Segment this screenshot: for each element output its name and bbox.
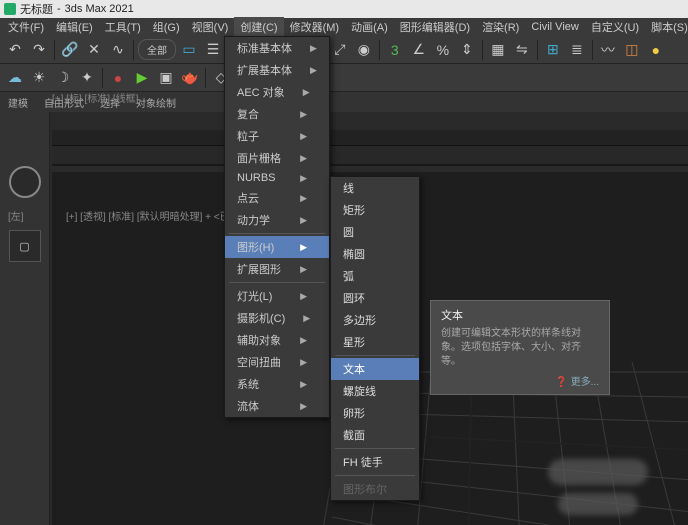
link-icon[interactable]: 🔗 [59,39,81,61]
left-panel: ▢ [0,112,50,525]
time-ruler[interactable] [52,130,688,146]
submenu-item-线[interactable]: 线 [331,177,419,199]
menu-edit[interactable]: 编辑(E) [50,17,99,37]
menu-item-面片栅格[interactable]: 面片栅格▶ [225,147,329,169]
record-icon[interactable]: ● [107,67,129,89]
menu-animation[interactable]: 动画(A) [345,17,394,37]
submenu-item-弧[interactable]: 弧 [331,265,419,287]
menu-views[interactable]: 视图(V) [186,17,235,37]
weather-icon[interactable]: ☀ [28,67,50,89]
secondary-toolbar: ☁ ☀ ☽ ✦ ● ▶ ▣ 🫖 ◇ ▲ ◉ ▤ ▲ [0,64,688,92]
menu-render[interactable]: 渲染(R) [476,17,525,37]
menu-script[interactable]: 脚本(S) [645,17,688,37]
menu-item-NURBS[interactable]: NURBS▶ [225,169,329,187]
title-bar: 无标题 - 3ds Max 2021 [0,0,688,18]
bind-icon[interactable]: ∿ [107,39,129,61]
undo-icon[interactable]: ↶ [4,39,26,61]
material-icon[interactable]: ● [645,39,667,61]
placement-icon[interactable]: ◉ [353,39,375,61]
spinner-snap-icon[interactable]: ⇕ [456,39,478,61]
play-icon[interactable]: ▶ [131,67,153,89]
menu-custom[interactable]: 自定义(U) [585,17,645,37]
layers-icon[interactable]: ≣ [566,39,588,61]
menu-item-辅助对象[interactable]: 辅助对象▶ [225,329,329,351]
menu-group[interactable]: 组(G) [147,17,186,37]
shapes-submenu-dropdown: 线矩形圆椭圆弧圆环多边形星形文本螺旋线卵形截面 FH 徒手图形布尔 [330,176,420,501]
menu-bar: 文件(F) 编辑(E) 工具(T) 组(G) 视图(V) 创建(C) 修改器(M… [0,18,688,36]
select-icon[interactable]: ▭ [178,39,200,61]
submenu-item-圆环[interactable]: 圆环 [331,287,419,309]
viewport-slot[interactable]: ▢ [9,230,41,262]
menu-item-系统[interactable]: 系统▶ [225,373,329,395]
align-icon[interactable]: ⊞ [542,39,564,61]
menu-item-空间扭曲[interactable]: 空间扭曲▶ [225,351,329,373]
redo-icon[interactable]: ↷ [28,39,50,61]
submenu-item-FH 徒手[interactable]: FH 徒手 [331,451,419,473]
menu-item-摄影机(C)[interactable]: 摄影机(C)▶ [225,307,329,329]
menu-item-复合[interactable]: 复合▶ [225,103,329,125]
schematic-icon[interactable]: ◫ [621,39,643,61]
snap-toggle-icon[interactable]: 3 [384,39,406,61]
menu-civil[interactable]: Civil View [525,19,584,35]
menu-item-扩展基本体[interactable]: 扩展基本体▶ [225,59,329,81]
menu-graph[interactable]: 图形编辑器(D) [394,17,476,37]
menu-item-标准基本体[interactable]: 标准基本体▶ [225,37,329,59]
menu-item-灯光(L)[interactable]: 灯光(L)▶ [225,285,329,307]
menu-item-粒子[interactable]: 粒子▶ [225,125,329,147]
selection-filter[interactable]: 全部 [138,39,176,60]
menu-item-点云[interactable]: 点云▶ [225,187,329,209]
percent-snap-icon[interactable]: % [432,39,454,61]
submenu-item-多边形[interactable]: 多边形 [331,309,419,331]
cloud-icon[interactable]: ☁ [4,67,26,89]
menu-item-动力学[interactable]: 动力学▶ [225,209,329,231]
submenu-item-螺旋线[interactable]: 螺旋线 [331,380,419,402]
manage-sets-icon[interactable]: ▦ [487,39,509,61]
menu-item-扩展图形[interactable]: 扩展图形▶ [225,258,329,280]
ribbon-modeling[interactable]: 建模 [8,95,28,110]
teapot-icon[interactable]: 🫖 [179,67,201,89]
submenu-item-椭圆[interactable]: 椭圆 [331,243,419,265]
app-title: 3ds Max 2021 [65,3,134,15]
viewcube-ring-icon[interactable] [9,166,41,198]
tooltip-title: 文本 [441,307,599,323]
blurred-region [558,493,638,515]
submenu-item-文本[interactable]: 文本 [331,358,419,380]
tooltip-body: 创建可编辑文本形状的样条线对象。选项包括字体、大小、对齐等。 [441,327,599,369]
submenu-item-星形[interactable]: 星形 [331,331,419,353]
create-menu-dropdown: 标准基本体▶扩展基本体▶AEC 对象▶复合▶粒子▶面片栅格▶NURBS▶点云▶动… [224,36,330,418]
menu-item-图形(H)[interactable]: 图形(H)▶ [225,236,329,258]
viewport-left-label[interactable]: [左] [8,208,24,223]
angle-snap-icon[interactable]: ∠ [408,39,430,61]
curve-editor-icon[interactable]: 〰 [597,39,619,61]
submenu-item-截面[interactable]: 截面 [331,424,419,446]
timeline-track[interactable] [52,146,688,164]
ribbon-paint[interactable]: 对象绘制 [136,95,176,110]
submenu-item-图形布尔: 图形布尔 [331,478,419,500]
submenu-item-卵形[interactable]: 卵形 [331,402,419,424]
menu-item-流体[interactable]: 流体▶ [225,395,329,417]
fx-icon[interactable]: ✦ [76,67,98,89]
submenu-item-圆[interactable]: 圆 [331,221,419,243]
menu-create[interactable]: 创建(C) [234,17,283,37]
submenu-item-矩形[interactable]: 矩形 [331,199,419,221]
tooltip: 文本 创建可编辑文本形状的样条线对象。选项包括字体、大小、对齐等。 ❓ 更多..… [430,300,610,395]
scale-icon[interactable]: ⤢ [329,39,351,61]
viewport-corner-tags[interactable]: [+] [标] [标准] [线框] [52,90,138,105]
menu-modifiers[interactable]: 修改器(M) [284,17,346,37]
menu-tools[interactable]: 工具(T) [99,17,147,37]
select-name-icon[interactable]: ☰ [202,39,224,61]
moon-icon[interactable]: ☽ [52,67,74,89]
tooltip-more-link[interactable]: ❓ 更多... [441,373,599,388]
blurred-region [548,459,648,485]
app-icon [4,3,16,15]
main-toolbar: ↶ ↷ 🔗 ✕ ∿ 全部 ▭ ☰ 视图 ▾ ✥ ⟲ ⤢ ◉ 3 ∠ % ⇕ ▦ … [0,36,688,64]
menu-item-AEC 对象[interactable]: AEC 对象▶ [225,81,329,103]
unlink-icon[interactable]: ✕ [83,39,105,61]
container-icon[interactable]: ▣ [155,67,177,89]
mirror-icon[interactable]: ⇋ [511,39,533,61]
document-title: 无标题 [20,1,53,17]
timeline-area [52,130,688,166]
menu-file[interactable]: 文件(F) [2,17,50,37]
